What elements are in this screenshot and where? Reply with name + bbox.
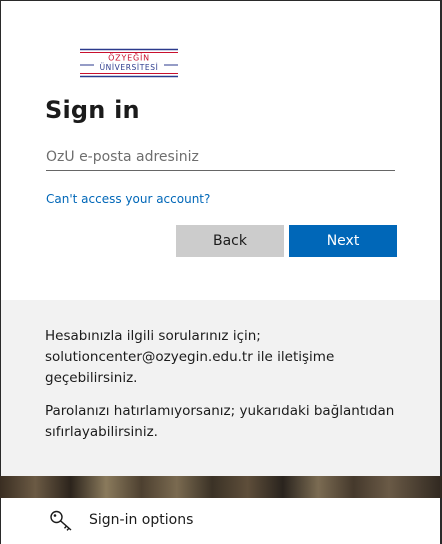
ozyegin-university-logo: ÖZYEĞİN ÜNİVERSİTESİ: [80, 48, 178, 78]
background-image-strip: [0, 476, 442, 498]
signin-page: ÖZYEĞİN ÜNİVERSİTESİ Sign in Can't acces…: [0, 0, 442, 544]
signin-options-button[interactable]: Sign-in options: [1, 498, 440, 544]
next-button[interactable]: Next: [289, 225, 397, 257]
svg-text:ÖZYEĞİN: ÖZYEĞİN: [108, 52, 150, 63]
email-field[interactable]: [46, 143, 395, 171]
back-button[interactable]: Back: [176, 225, 284, 257]
help-text-reset: Parolanızı hatırlamıyorsanız; yukarıdaki…: [45, 403, 395, 440]
cant-access-account-link[interactable]: Can't access your account?: [46, 192, 210, 206]
page-title: Sign in: [45, 96, 140, 124]
signin-options-label: Sign-in options: [89, 512, 194, 528]
help-info-panel: Hesabınızla ilgili sorularınız için; sol…: [1, 300, 440, 476]
help-text-contact: Hesabınızla ilgili sorularınız için; sol…: [45, 328, 335, 386]
svg-text:ÜNİVERSİTESİ: ÜNİVERSİTESİ: [100, 63, 159, 72]
window-border-top: [0, 0, 442, 1]
key-icon: [50, 510, 72, 531]
